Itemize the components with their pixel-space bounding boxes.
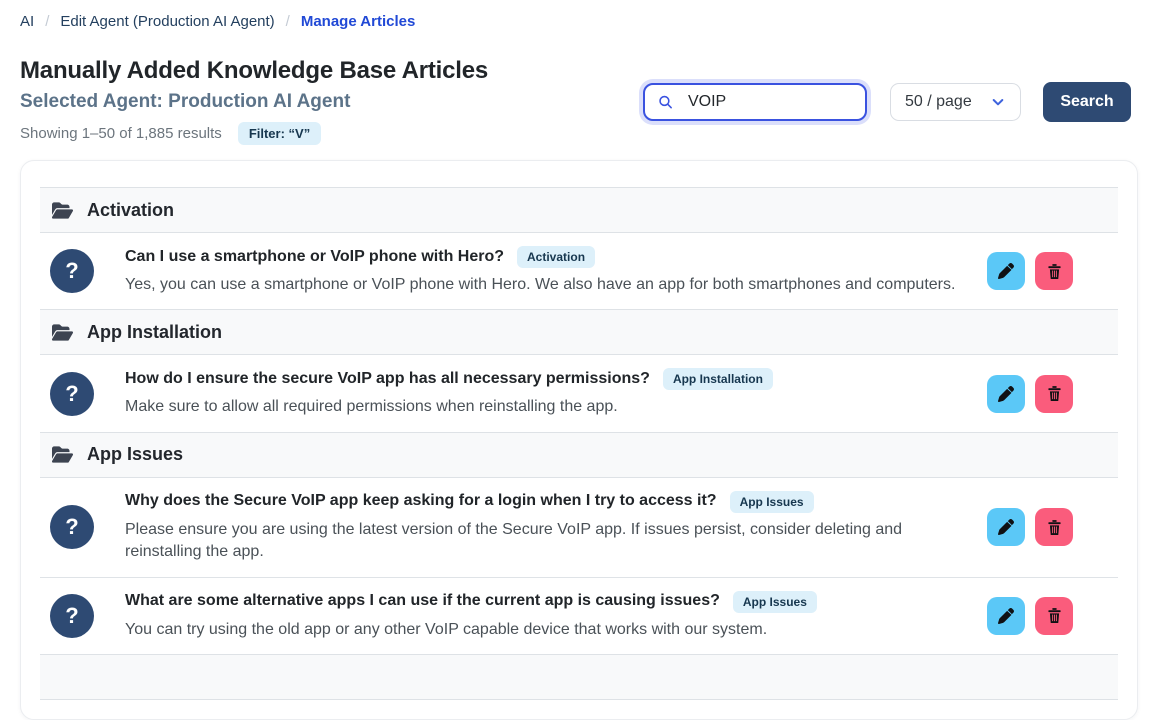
search-box[interactable] <box>643 83 867 121</box>
row-actions <box>987 375 1073 413</box>
article-content: Why does the Secure VoIP app keep asking… <box>125 491 979 564</box>
edit-article-button[interactable] <box>987 252 1025 290</box>
trash-icon <box>1046 607 1063 624</box>
folder-open-icon <box>52 201 73 220</box>
page-title: Manually Added Knowledge Base Articles <box>20 57 488 85</box>
delete-article-button[interactable] <box>1035 375 1073 413</box>
question-mark-icon: ? <box>50 505 94 549</box>
category-header-activation: Activation <box>40 187 1118 233</box>
question-mark-icon: ? <box>50 372 94 416</box>
search-input[interactable] <box>686 92 853 112</box>
breadcrumb-separator: / <box>286 13 290 30</box>
folder-open-icon <box>52 445 73 464</box>
breadcrumb-item-manage-articles[interactable]: Manage Articles <box>301 13 416 30</box>
folder-open-icon <box>52 323 73 342</box>
category-header-partial <box>40 654 1118 700</box>
pencil-icon <box>998 263 1014 279</box>
row-actions <box>987 252 1073 290</box>
article-row: ? Why does the Secure VoIP app keep aski… <box>40 478 1118 577</box>
selected-agent-subtitle: Selected Agent: Production AI Agent <box>20 91 350 113</box>
delete-article-button[interactable] <box>1035 252 1073 290</box>
category-badge: App Installation <box>663 368 773 390</box>
row-actions <box>987 508 1073 546</box>
article-answer: Yes, you can use a smartphone or VoIP ph… <box>125 274 979 296</box>
chevron-down-icon <box>990 94 1006 110</box>
category-label: App Issues <box>87 444 183 465</box>
row-actions <box>987 597 1073 635</box>
article-question: Why does the Secure VoIP app keep asking… <box>125 491 717 512</box>
trash-icon <box>1046 263 1063 280</box>
edit-article-button[interactable] <box>987 597 1025 635</box>
category-badge: App Issues <box>730 491 814 513</box>
page-size-value: 50 / page <box>905 93 972 111</box>
results-summary: Showing 1–50 of 1,885 results <box>20 125 222 142</box>
pencil-icon <box>998 386 1014 402</box>
category-label: App Installation <box>87 322 222 343</box>
pencil-icon <box>998 519 1014 535</box>
delete-article-button[interactable] <box>1035 508 1073 546</box>
page-size-select[interactable]: 50 / page <box>890 83 1021 121</box>
trash-icon <box>1046 519 1063 536</box>
articles-card: Activation ? Can I use a smartphone or V… <box>20 160 1138 720</box>
breadcrumb-separator: / <box>45 13 49 30</box>
breadcrumb-item-edit-agent[interactable]: Edit Agent (Production AI Agent) <box>60 13 274 30</box>
article-question: What are some alternative apps I can use… <box>125 591 720 612</box>
results-meta-row: Showing 1–50 of 1,885 results Filter: “V… <box>20 122 321 145</box>
category-badge: App Issues <box>733 591 817 613</box>
question-mark-icon: ? <box>50 594 94 638</box>
article-answer: Make sure to allow all required permissi… <box>125 396 979 418</box>
article-answer: Please ensure you are using the latest v… <box>125 519 979 564</box>
article-row: ? Can I use a smartphone or VoIP phone w… <box>40 233 1118 309</box>
category-header-app-issues: App Issues <box>40 432 1118 478</box>
search-icon <box>657 92 674 112</box>
article-content: Can I use a smartphone or VoIP phone wit… <box>125 246 979 296</box>
trash-icon <box>1046 385 1063 402</box>
pencil-icon <box>998 608 1014 624</box>
article-content: What are some alternative apps I can use… <box>125 591 979 641</box>
article-answer: You can try using the old app or any oth… <box>125 619 979 641</box>
article-content: How do I ensure the secure VoIP app has … <box>125 368 979 418</box>
article-row: ? How do I ensure the secure VoIP app ha… <box>40 355 1118 431</box>
article-question: How do I ensure the secure VoIP app has … <box>125 369 650 390</box>
article-row: ? What are some alternative apps I can u… <box>40 577 1118 654</box>
breadcrumb-item-ai[interactable]: AI <box>20 13 34 30</box>
filter-badge: Filter: “V” <box>238 122 321 145</box>
delete-article-button[interactable] <box>1035 597 1073 635</box>
search-button[interactable]: Search <box>1043 82 1131 122</box>
edit-article-button[interactable] <box>987 375 1025 413</box>
article-question: Can I use a smartphone or VoIP phone wit… <box>125 247 504 268</box>
category-header-app-installation: App Installation <box>40 309 1118 355</box>
question-mark-icon: ? <box>50 249 94 293</box>
edit-article-button[interactable] <box>987 508 1025 546</box>
category-badge: Activation <box>517 246 595 268</box>
category-label: Activation <box>87 200 174 221</box>
breadcrumb: AI / Edit Agent (Production AI Agent) / … <box>20 13 415 30</box>
